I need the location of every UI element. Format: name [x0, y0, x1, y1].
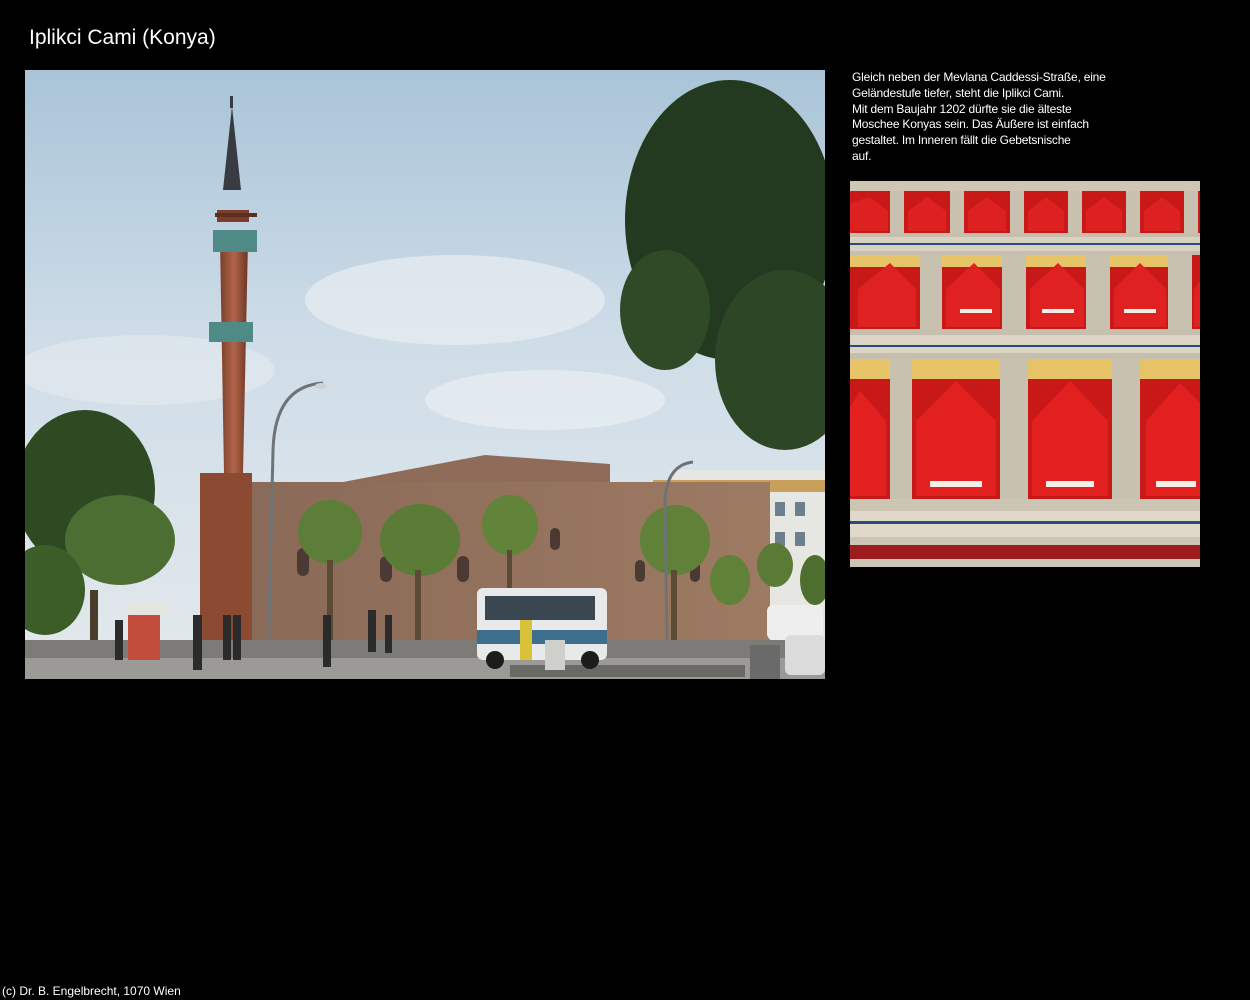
description-line: gestaltet. Im Inneren fällt die Gebetsni…	[852, 133, 1071, 148]
carpet-photo[interactable]	[850, 181, 1200, 567]
description-line: Mit dem Baujahr 1202 dürfte sie die älte…	[852, 101, 1072, 116]
main-photo-mosque[interactable]	[25, 70, 825, 679]
footer-copyright: (c) Dr. B. Engelbrecht, 1070 Wien	[2, 984, 181, 998]
description-line: Gleich neben der Mevlana Caddessi-Straße…	[852, 70, 1106, 84]
description-line: Geländestufe tiefer, steht die Iplikci C…	[852, 85, 1064, 100]
description-line: Moschee Konyas sein. Das Äußere ist einf…	[852, 117, 1089, 132]
page-title: Iplikci Cami (Konya)	[29, 26, 216, 49]
description-text: Gleich neben der Mevlana Caddessi-Straße…	[852, 70, 1142, 165]
description-line: auf.	[852, 148, 872, 163]
